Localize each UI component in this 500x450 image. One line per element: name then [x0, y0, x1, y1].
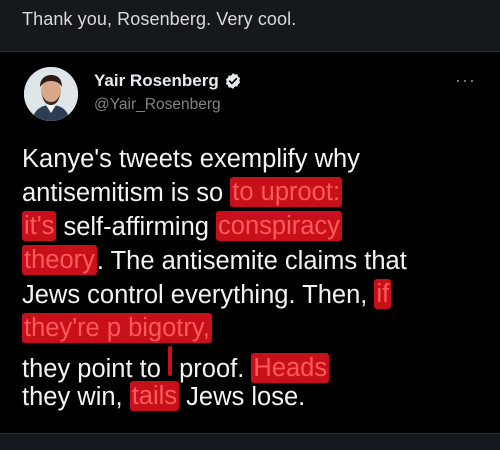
redaction-mark: if — [374, 279, 392, 309]
tweet-line: theory. The antisemite claims that — [22, 244, 482, 278]
post-caption: Thank you, Rosenberg. Very cool. — [22, 9, 297, 29]
redaction-mark: tails — [129, 381, 180, 411]
profile-photo — [24, 67, 78, 121]
tweet-text-segment: . The antisemite claims that — [96, 247, 407, 275]
tweet-text-segment: they win, — [22, 383, 130, 411]
tweet-line: antisemitism is so to uproot: — [22, 176, 482, 210]
redaction-mark: conspiracy — [216, 211, 342, 241]
author-handle[interactable]: @Yair_Rosenberg — [94, 96, 221, 114]
tweet-line: they point to proof. Heads — [22, 346, 482, 383]
redaction-mark: they're p bigotry, — [22, 313, 212, 343]
tweet-text-segment: proof. — [172, 355, 252, 383]
verified-badge-icon — [225, 73, 240, 89]
tweet-text-segment: Kanye's tweets exemplify why — [22, 145, 360, 173]
tweet-line: they're p bigotry, — [22, 312, 482, 346]
redaction-mark: theory — [22, 245, 97, 275]
tweet-text: Kanye's tweets exemplify why antisemitism… — [22, 142, 482, 414]
tweet-line: they win, tails Jews lose. — [22, 380, 482, 414]
tweet-line: it's self-affirming conspiracy — [22, 210, 482, 244]
embedded-tweet-card[interactable]: Yair Rosenberg @Yair_Rosenberg ··· Kanye… — [0, 51, 500, 434]
tweet-text-segment: Jews control everything. Then, — [22, 281, 375, 309]
avatar[interactable] — [24, 67, 78, 121]
redaction-mark: Heads — [251, 353, 330, 383]
tweet-text-segment: antisemitism is so — [22, 179, 231, 207]
tweet-text-segment: they point to — [22, 355, 169, 383]
redaction-mark: it's — [22, 211, 57, 241]
tweet-text-segment: self-affirming — [56, 213, 217, 241]
tweet-line: Kanye's tweets exemplify why — [22, 142, 482, 176]
redaction-mark: to uproot: — [230, 177, 343, 207]
author-name[interactable]: Yair Rosenberg — [94, 71, 219, 91]
author-name-row[interactable]: Yair Rosenberg — [94, 71, 242, 91]
tweet-text-segment: Jews lose. — [179, 383, 306, 411]
tweet-line: Jews control everything. Then, if — [22, 278, 482, 312]
more-options-icon[interactable]: ··· — [455, 70, 476, 91]
